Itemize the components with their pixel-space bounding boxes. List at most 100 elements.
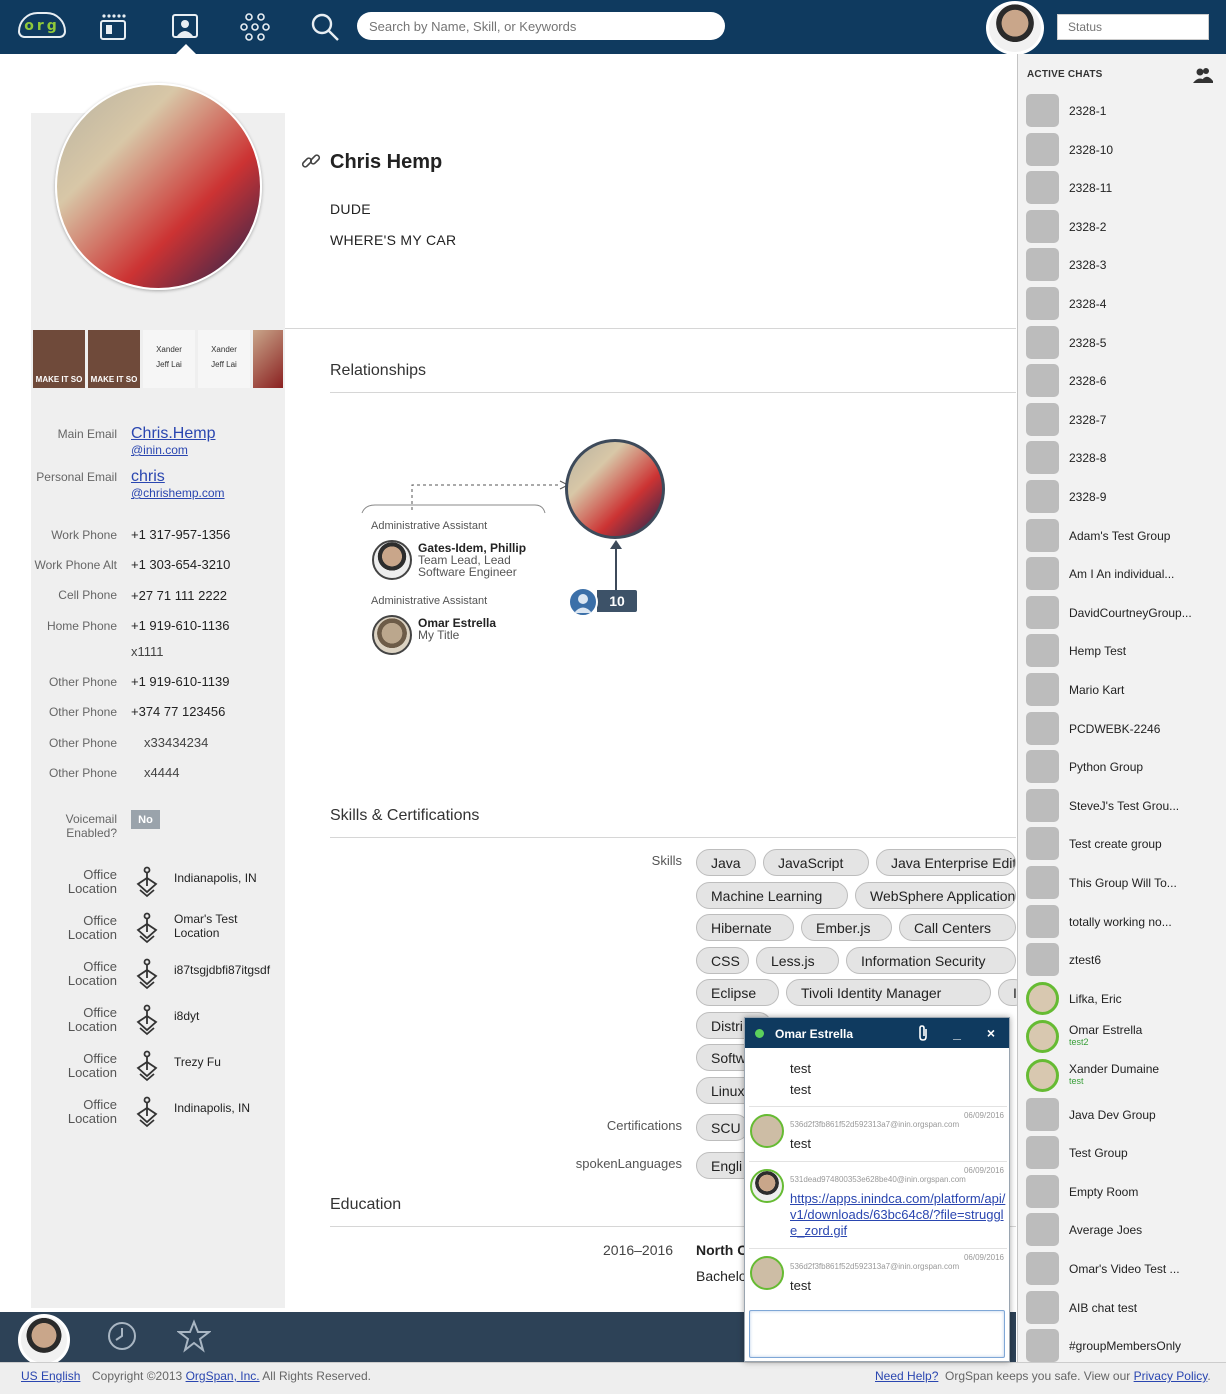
chat-list-item[interactable]: Average Joes — [1024, 1212, 1220, 1248]
chat-message-input[interactable] — [749, 1310, 1005, 1358]
thumbnail[interactable] — [253, 330, 283, 388]
work-phone-alt-value[interactable]: +1 303-654-3210 — [131, 557, 230, 573]
chat-list-item[interactable]: ztest6 — [1024, 942, 1220, 978]
chat-list-item[interactable]: Hemp Test — [1024, 633, 1220, 669]
chat-list-item[interactable]: Omar's Video Test ... — [1024, 1251, 1220, 1287]
group-chat-icon[interactable] — [1193, 67, 1213, 83]
skill-chip[interactable]: Eclipse — [696, 979, 779, 1006]
clock-icon[interactable] — [106, 1320, 138, 1352]
chat-list-item[interactable]: DavidCourtneyGroup... — [1024, 595, 1220, 631]
close-button[interactable]: × — [981, 1023, 1001, 1043]
bottom-user-avatar[interactable] — [18, 1314, 70, 1366]
profile-icon[interactable] — [168, 10, 202, 44]
skill-chip[interactable]: CSS — [696, 947, 749, 974]
user-avatar[interactable] — [986, 1, 1044, 55]
chat-list-item[interactable]: Omar Estrella test2 — [1024, 1019, 1220, 1055]
star-icon[interactable] — [176, 1319, 212, 1353]
thumbnail[interactable]: MAKE IT SO — [88, 330, 140, 388]
assistant-avatar[interactable] — [372, 540, 412, 580]
chat-group-avatar — [1026, 827, 1059, 860]
org-logo[interactable]: org — [18, 12, 66, 38]
main-email-domain-link[interactable]: @inin.com — [131, 442, 215, 458]
status-input[interactable] — [1057, 14, 1209, 40]
chat-list-item[interactable]: 2328-5 — [1024, 325, 1220, 361]
office-location-line: i87tsgjdbfi87itgsdf — [174, 963, 271, 977]
network-icon[interactable] — [238, 10, 272, 44]
skill-chip[interactable]: SCU — [696, 1114, 749, 1141]
other-phone-value[interactable]: +1 919-610-1139 — [131, 674, 229, 690]
main-email-link[interactable]: Chris.Hemp — [131, 426, 215, 442]
chat-list-item[interactable]: 2328-1 — [1024, 93, 1220, 129]
skill-chip[interactable]: Call Centers — [899, 914, 1016, 941]
chat-list-item[interactable]: Mario Kart — [1024, 672, 1220, 708]
personal-email-domain-link[interactable]: @chrishemp.com — [131, 485, 225, 501]
chat-name: Lifka, Eric — [1069, 992, 1122, 1006]
message-link[interactable]: https://apps.inindca.com/platform/api/v1… — [790, 1191, 1006, 1239]
skill-chip[interactable]: Information Security — [846, 947, 1016, 974]
skill-chip[interactable]: Java Enterprise Edition — [876, 849, 1016, 876]
thumbnail[interactable]: MAKE IT SO — [33, 330, 85, 388]
privacy-policy-link[interactable]: Privacy Policy — [1134, 1369, 1208, 1383]
skill-chip[interactable]: WebSphere Application Server — [855, 882, 1016, 909]
language-link[interactable]: US English — [21, 1369, 80, 1383]
chat-list-item[interactable]: 2328-9 — [1024, 479, 1220, 515]
chat-list-item[interactable]: This Group Will To... — [1024, 865, 1220, 901]
skill-chip[interactable]: Machine Learning — [696, 882, 848, 909]
chat-list-item[interactable]: Xander Dumaine test — [1024, 1058, 1220, 1094]
chat-list-item[interactable]: 2328-8 — [1024, 440, 1220, 476]
personal-email-link[interactable]: chris — [131, 469, 225, 485]
skill-chip[interactable]: Ember.js — [801, 914, 892, 941]
company-link[interactable]: OrgSpan, Inc. — [186, 1369, 260, 1383]
thumbnail[interactable]: Xander Jeff Lai — [198, 330, 250, 388]
personal-email-value: chris @chrishemp.com — [131, 469, 225, 501]
chat-group-avatar — [1026, 750, 1059, 783]
message-text: test — [790, 1061, 811, 1076]
chat-list-item[interactable]: 2328-6 — [1024, 363, 1220, 399]
other-phone-value[interactable]: x4444 — [144, 765, 179, 781]
search-input[interactable] — [357, 12, 725, 40]
direct-reports-count[interactable]: 10 — [597, 590, 637, 612]
skill-chip[interactable]: JavaScript — [763, 849, 869, 876]
chat-list-item[interactable]: Adam's Test Group — [1024, 518, 1220, 554]
direct-reports-icon[interactable] — [568, 587, 598, 617]
chat-list-item[interactable]: PCDWEBK-2246 — [1024, 711, 1220, 747]
other-phone-value[interactable]: +374 77 123456 — [131, 704, 225, 720]
chat-list-item[interactable]: 2328-10 — [1024, 132, 1220, 168]
relationship-center-avatar[interactable] — [565, 439, 665, 539]
minimize-button[interactable]: _ — [947, 1023, 967, 1043]
chat-list-item[interactable]: totally working no... — [1024, 904, 1220, 940]
cell-phone-value[interactable]: +27 71 111 2222 — [131, 588, 227, 604]
chat-list-item[interactable]: #groupMembersOnly — [1024, 1328, 1220, 1364]
skill-chip[interactable]: Java — [696, 849, 756, 876]
search-icon[interactable] — [308, 10, 342, 44]
assistant-avatar[interactable] — [372, 615, 412, 655]
link-icon[interactable] — [300, 150, 322, 172]
chat-list-item[interactable]: Test create group — [1024, 826, 1220, 862]
chat-list-item[interactable]: Python Group — [1024, 749, 1220, 785]
thumbnail[interactable]: Xander Jeff Lai — [143, 330, 195, 388]
skill-chip[interactable]: Tivoli Identity Manager — [786, 979, 991, 1006]
help-link[interactable]: Need Help? — [875, 1369, 938, 1383]
chat-list-item[interactable]: AIB chat test — [1024, 1290, 1220, 1326]
chat-window-header[interactable]: Omar Estrella _ × — [745, 1018, 1009, 1048]
home-phone-value[interactable]: +1 919-610-1136 — [131, 618, 229, 634]
chat-list-item[interactable]: 2328-4 — [1024, 286, 1220, 322]
skill-chip[interactable]: Less.js — [756, 947, 839, 974]
chat-list-item[interactable]: SteveJ's Test Grou... — [1024, 788, 1220, 824]
chat-list-item[interactable]: 2328-3 — [1024, 247, 1220, 283]
chat-list-item[interactable]: Lifka, Eric — [1024, 981, 1220, 1017]
chat-list-item[interactable]: 2328-11 — [1024, 170, 1220, 206]
work-phone-value[interactable]: +1 317-957-1356 — [131, 527, 230, 543]
office-label-line: Location — [67, 927, 117, 942]
skill-chip[interactable]: Hibernate — [696, 914, 794, 941]
footer: US English Copyright ©2013 OrgSpan, Inc.… — [0, 1362, 1226, 1394]
chat-list-item[interactable]: Empty Room — [1024, 1174, 1220, 1210]
chat-list-item[interactable]: 2328-7 — [1024, 402, 1220, 438]
chat-list-item[interactable]: Test Group — [1024, 1135, 1220, 1171]
attachment-icon[interactable] — [913, 1023, 933, 1043]
apps-icon[interactable] — [96, 10, 130, 44]
chat-list-item[interactable]: 2328-2 — [1024, 209, 1220, 245]
chat-list-item[interactable]: Java Dev Group — [1024, 1097, 1220, 1133]
other-phone-value[interactable]: x33434234 — [144, 735, 208, 751]
chat-list-item[interactable]: Am I An individual... — [1024, 556, 1220, 592]
